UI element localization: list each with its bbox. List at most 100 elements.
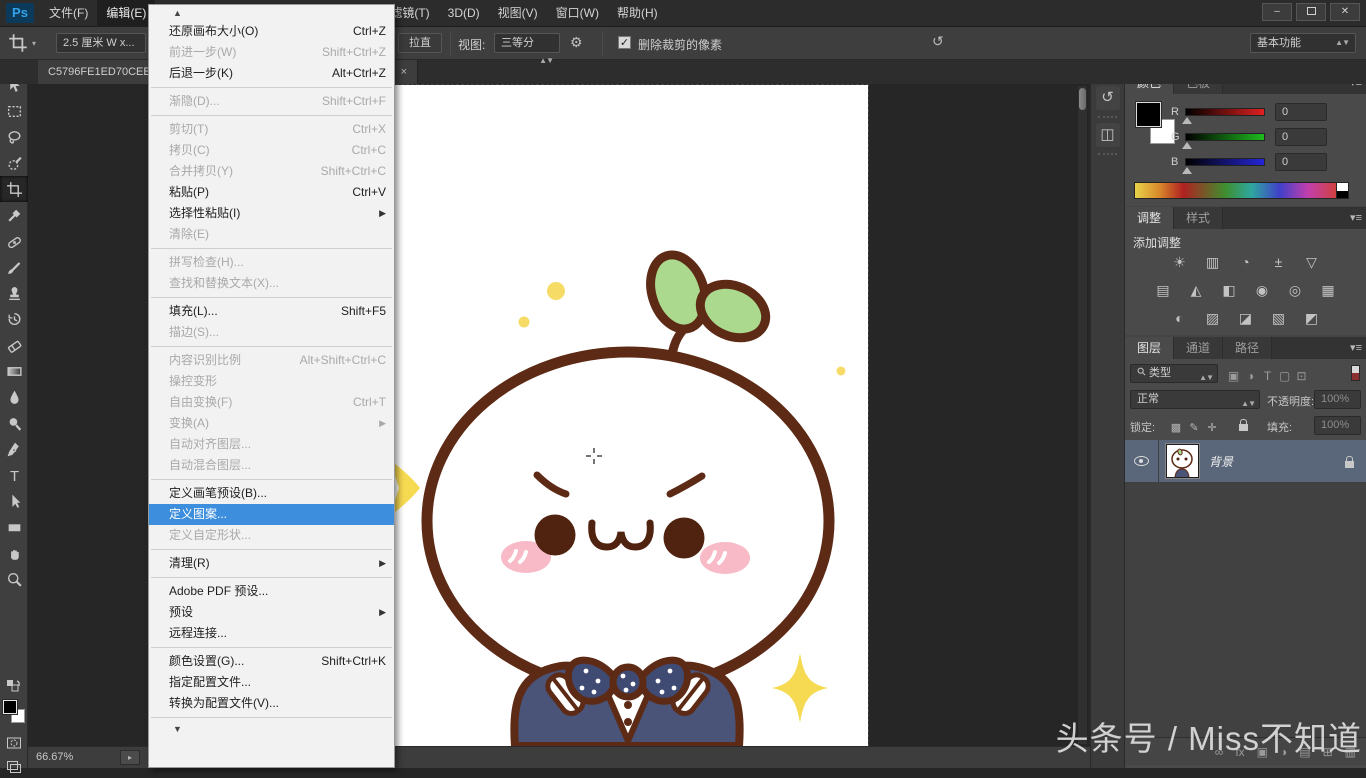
- minimize-button[interactable]: –: [1262, 3, 1292, 21]
- layer-name[interactable]: 背景: [1209, 453, 1233, 470]
- close-button[interactable]: ✕: [1330, 3, 1360, 21]
- adjustments-panel-menu-icon[interactable]: ▾≡: [1350, 211, 1362, 224]
- restore-button[interactable]: [1296, 3, 1326, 21]
- gradient-map-icon[interactable]: ▧: [1268, 309, 1290, 328]
- color-lookup-icon[interactable]: ▦: [1317, 281, 1339, 300]
- delete-cropped-pixels-checkbox[interactable]: ✓: [618, 36, 631, 49]
- tab-close-icon[interactable]: ×: [401, 60, 407, 84]
- channel-slider-track[interactable]: [1185, 158, 1265, 166]
- document-canvas[interactable]: [362, 85, 868, 746]
- color-spectrum-ramp[interactable]: [1134, 182, 1337, 199]
- color-balance-icon[interactable]: ◭: [1185, 281, 1207, 300]
- edit-menu-item[interactable]: 定义画笔预设(B)...: [149, 483, 394, 504]
- quick-selection-tool[interactable]: [0, 150, 28, 176]
- edit-menu-item[interactable]: 远程连接...: [149, 623, 394, 644]
- history-panel-icon[interactable]: ↺: [1096, 86, 1120, 110]
- layers-empty-area[interactable]: [1125, 482, 1366, 737]
- menu-10-item[interactable]: 帮助(H): [608, 0, 667, 27]
- blur-tool[interactable]: [0, 384, 28, 410]
- edit-menu-item[interactable]: 颜色设置(G)...Shift+Ctrl+K: [149, 651, 394, 672]
- status-info-icon[interactable]: ▸: [120, 750, 140, 765]
- opacity-value[interactable]: 100%▾: [1314, 390, 1361, 409]
- brush-tool[interactable]: [0, 254, 28, 280]
- properties-panel-icon[interactable]: ◫: [1096, 123, 1120, 147]
- channel-value-input[interactable]: 0: [1275, 128, 1327, 146]
- lock-all-icon[interactable]: [1239, 424, 1248, 431]
- filter-shape-layers-icon[interactable]: ▢: [1276, 369, 1293, 383]
- filter-smart-objects-icon[interactable]: ⊡: [1293, 369, 1310, 383]
- eraser-tool[interactable]: [0, 332, 28, 358]
- fill-value[interactable]: 100%▾: [1314, 416, 1361, 435]
- layers-tab[interactable]: 图层: [1125, 337, 1174, 359]
- layers-tab[interactable]: 通道: [1174, 337, 1223, 359]
- crop-overlay-dropdown[interactable]: 三等分▲▼: [494, 33, 560, 53]
- menu-1-active[interactable]: 编辑(E): [97, 0, 155, 27]
- tool-preset-caret-icon[interactable]: ▾: [32, 39, 36, 48]
- filter-type-layers-icon[interactable]: T: [1259, 369, 1276, 383]
- lock-pixels-icon[interactable]: ✎: [1185, 421, 1203, 434]
- edit-menu-item[interactable]: 粘贴(P)Ctrl+V: [149, 182, 394, 203]
- edit-menu-item[interactable]: 转换为配置文件(V)...: [149, 693, 394, 714]
- layers-panel-menu-icon[interactable]: ▾≡: [1350, 341, 1362, 354]
- crop-preset-dropdown[interactable]: 2.5 厘米 W x...: [56, 33, 146, 53]
- workspace-switcher[interactable]: 基本功能▲▼: [1250, 33, 1356, 53]
- eyedropper-tool[interactable]: [0, 202, 28, 228]
- channel-mixer-icon[interactable]: ◎: [1284, 281, 1306, 300]
- layer-filter-toggle[interactable]: [1351, 365, 1360, 381]
- foreground-color-swatch[interactable]: [3, 700, 17, 714]
- edit-menu-item[interactable]: 还原画布大小(O)Ctrl+Z: [149, 21, 394, 42]
- invert-icon[interactable]: ◐: [1169, 309, 1191, 328]
- menu-scroll-up-icon[interactable]: ▲: [149, 5, 394, 21]
- filter-pixel-layers-icon[interactable]: ▣: [1225, 369, 1242, 383]
- zoom-level[interactable]: 66.67%: [36, 751, 73, 763]
- type-tool[interactable]: T: [0, 462, 28, 488]
- layer-row-background[interactable]: 背景: [1125, 440, 1366, 482]
- edit-menu-item[interactable]: Adobe PDF 预设...: [149, 581, 394, 602]
- crop-settings-gear-icon[interactable]: ⚙: [570, 34, 583, 51]
- layer-thumbnail[interactable]: [1166, 444, 1199, 478]
- history-brush-tool[interactable]: [0, 306, 28, 332]
- spectrum-bw-swatches[interactable]: [1337, 182, 1349, 199]
- edit-menu-item[interactable]: 清理(R)▶: [149, 553, 394, 574]
- menu-7-item[interactable]: 3D(D): [439, 0, 489, 27]
- swap-colors-icon[interactable]: [0, 676, 28, 698]
- levels-icon[interactable]: ▥: [1202, 253, 1224, 272]
- exposure-icon[interactable]: ±: [1268, 253, 1290, 272]
- vertical-scrollbar-thumb[interactable]: [1079, 88, 1086, 110]
- blend-mode-dropdown[interactable]: 正常▲▼: [1130, 390, 1260, 409]
- channel-slider-thumb[interactable]: [1182, 117, 1192, 124]
- posterize-icon[interactable]: ▨: [1202, 309, 1224, 328]
- pen-tool[interactable]: [0, 436, 28, 462]
- lasso-tool[interactable]: [0, 124, 28, 150]
- crop-tool-options-icon[interactable]: [8, 33, 28, 56]
- gradient-tool[interactable]: [0, 358, 28, 384]
- brightness-contrast-icon[interactable]: ☀: [1169, 253, 1191, 272]
- layers-tab[interactable]: 路径: [1223, 337, 1272, 359]
- screen-mode-button[interactable]: [0, 756, 28, 778]
- straighten-button[interactable]: 拉直: [398, 33, 442, 53]
- channel-slider-track[interactable]: [1185, 108, 1265, 116]
- curves-icon[interactable]: ◔: [1235, 253, 1257, 272]
- zoom-tool[interactable]: [0, 566, 28, 592]
- edit-menu-item[interactable]: 定义图案...: [149, 504, 394, 525]
- menu-0-item[interactable]: 文件(F): [40, 0, 97, 27]
- edit-menu-item[interactable]: 填充(L)...Shift+F5: [149, 301, 394, 322]
- vibrance-icon[interactable]: ▽: [1301, 253, 1323, 272]
- edit-menu-item[interactable]: 选择性粘贴(I)▶: [149, 203, 394, 224]
- quick-mask-button[interactable]: [0, 732, 28, 754]
- threshold-icon[interactable]: ◪: [1235, 309, 1257, 328]
- clone-stamp-tool[interactable]: [0, 280, 28, 306]
- edit-menu-item[interactable]: 后退一步(K)Alt+Ctrl+Z: [149, 63, 394, 84]
- adjustments-tab[interactable]: 样式: [1174, 207, 1223, 229]
- menu-8-item[interactable]: 视图(V): [489, 0, 547, 27]
- rectangle-shape-tool[interactable]: [0, 514, 28, 540]
- selective-color-icon[interactable]: ◩: [1301, 309, 1323, 328]
- channel-slider-thumb[interactable]: [1182, 142, 1192, 149]
- foreground-color-swatch[interactable]: [1136, 102, 1161, 127]
- dodge-tool[interactable]: [0, 410, 28, 436]
- layer-filter-type-dropdown[interactable]: 类型▲▼: [1130, 364, 1218, 383]
- path-selection-tool[interactable]: [0, 488, 28, 514]
- filter-adjustment-layers-icon[interactable]: ◑: [1242, 369, 1259, 383]
- hue-saturation-icon[interactable]: ▤: [1152, 281, 1174, 300]
- menu-scroll-down-icon[interactable]: ▼: [149, 721, 394, 737]
